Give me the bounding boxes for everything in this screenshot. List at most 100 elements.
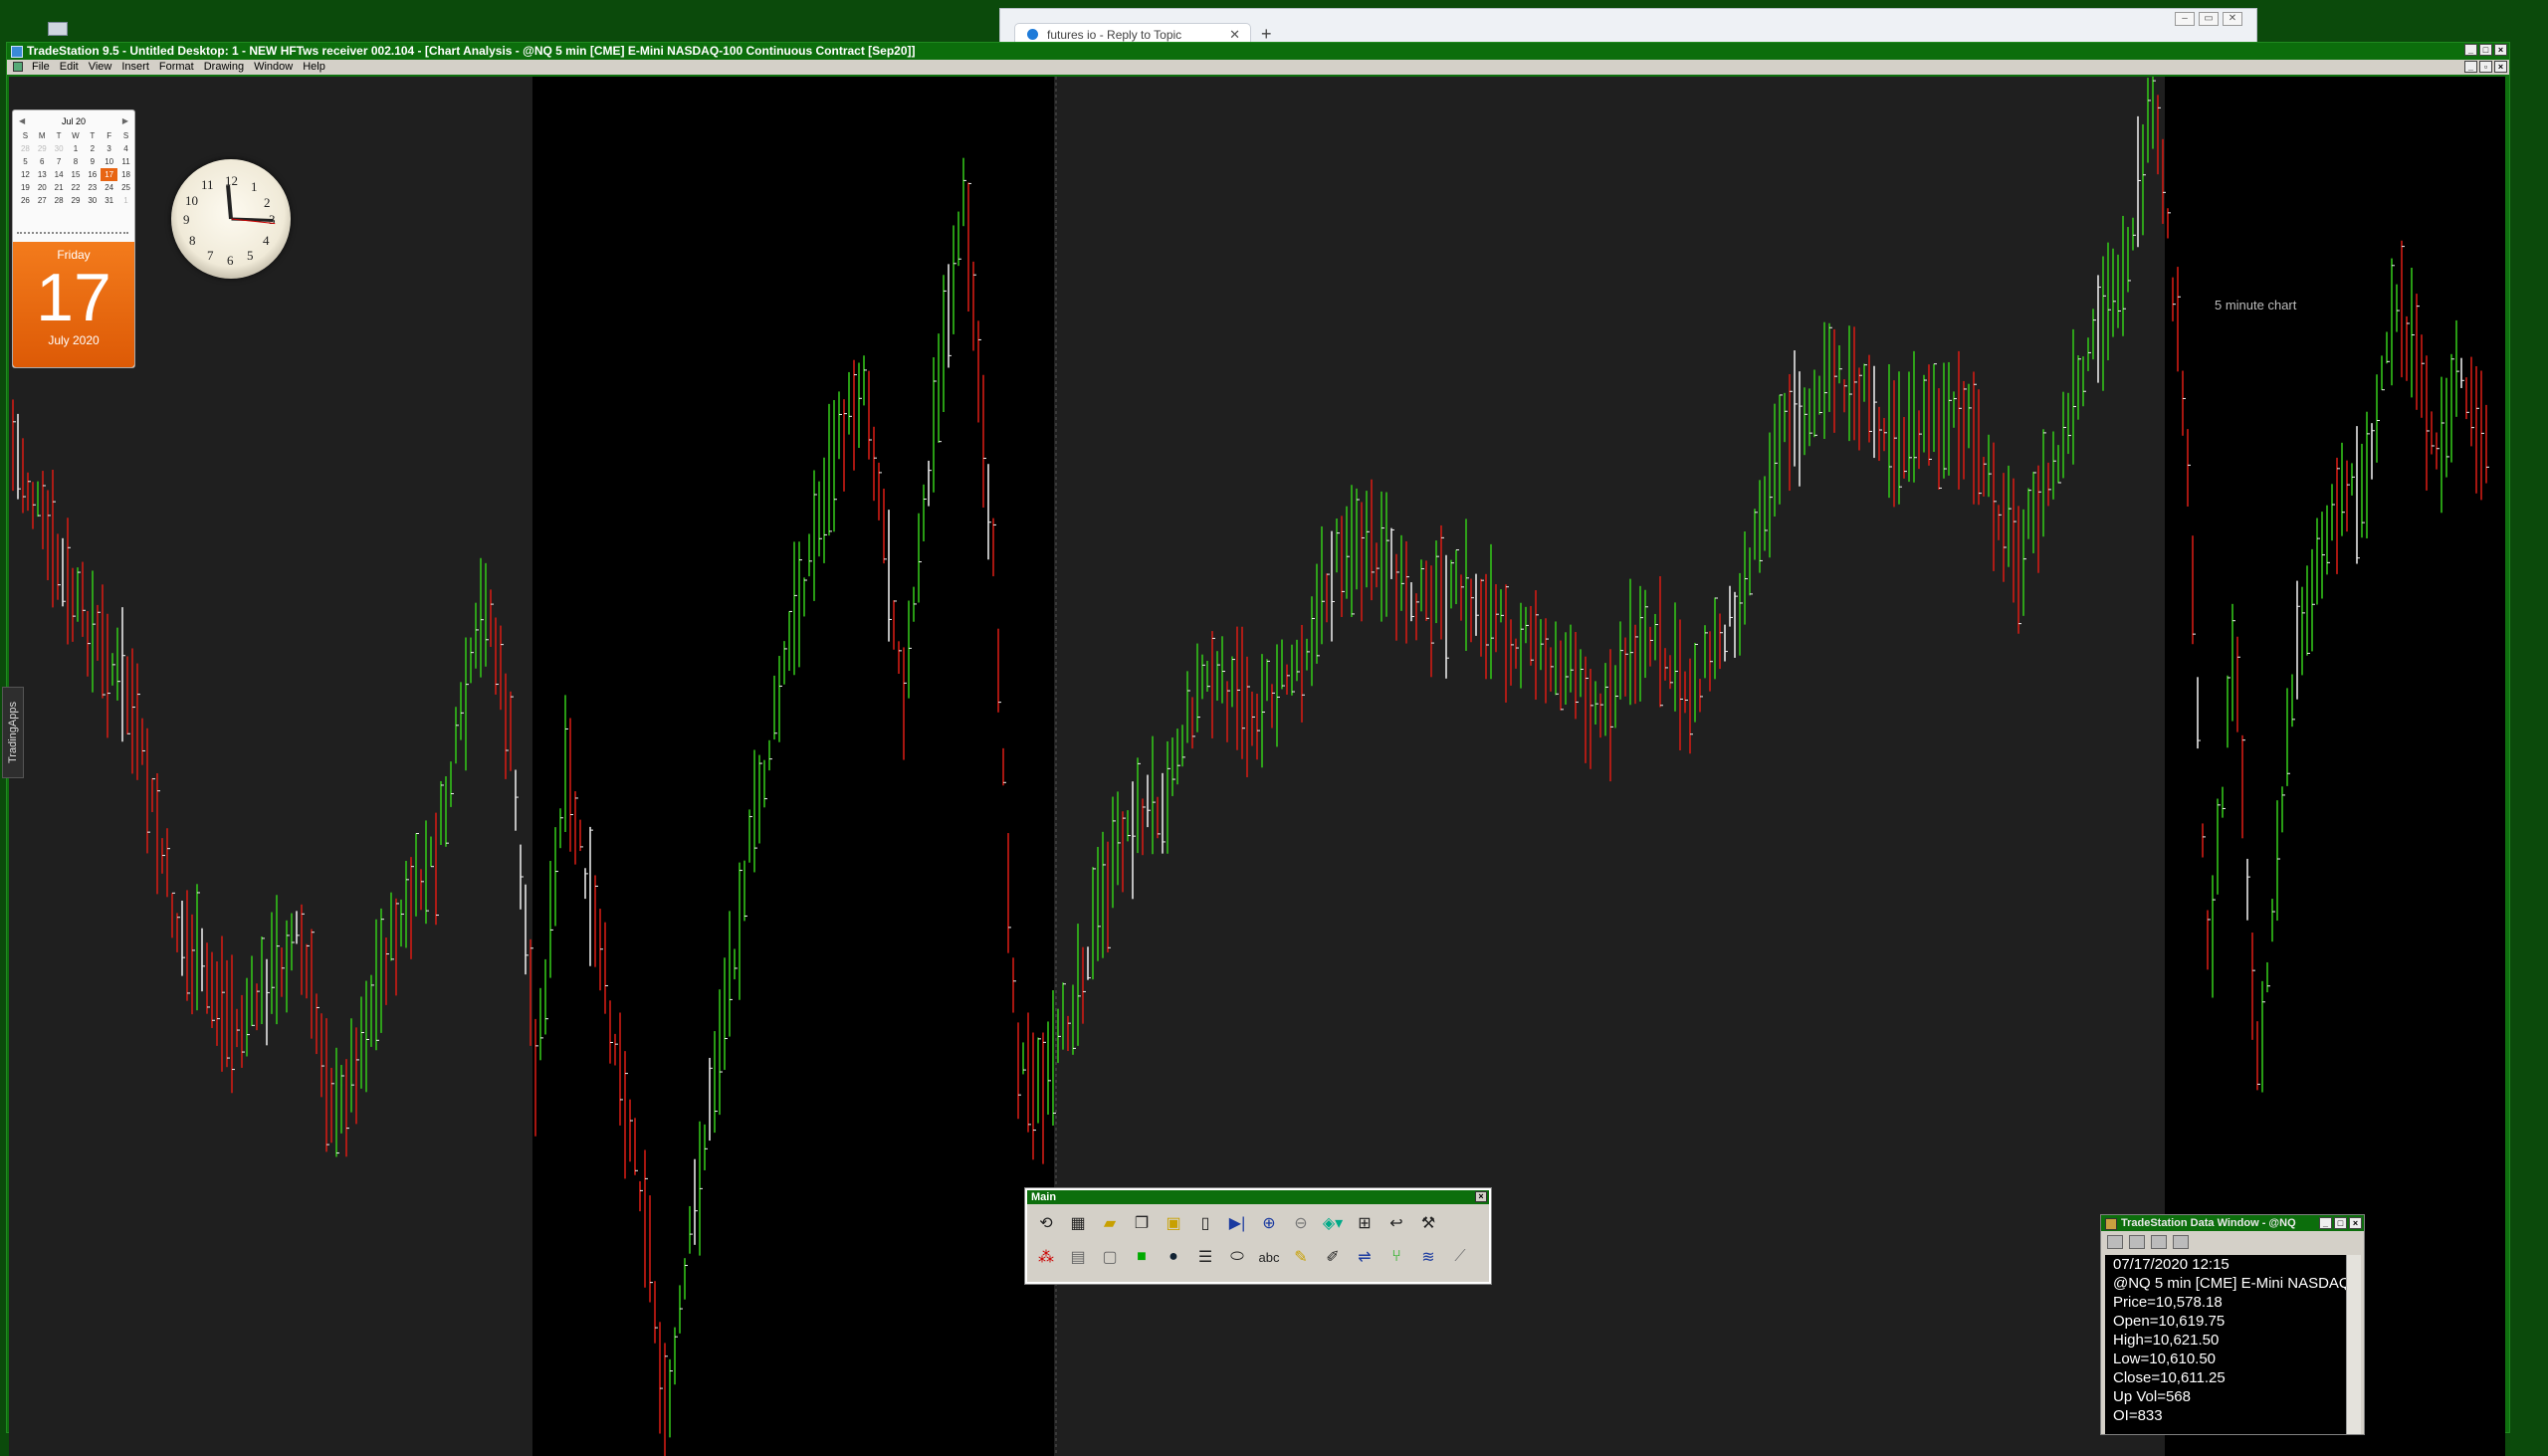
calendar-day[interactable]: 31 [101,194,117,207]
calendar-day[interactable]: 12 [17,168,34,181]
menu-format[interactable]: Format [154,60,199,75]
color-picker-icon[interactable]: ◈▾ [1320,1208,1346,1238]
calendar-day[interactable]: 10 [101,155,117,168]
calendar-day[interactable]: 30 [84,194,101,207]
settings-icon[interactable] [2173,1235,2189,1249]
stoplight-icon[interactable]: ■ [1129,1242,1155,1272]
layout-icon[interactable]: ⊞ [1352,1208,1378,1238]
print-icon[interactable] [2129,1235,2145,1249]
calendar-day[interactable]: 18 [117,168,134,181]
calendar-day[interactable]: 21 [51,181,68,194]
close-icon[interactable]: × [2349,1217,2362,1229]
window-title-bar[interactable]: TradeStation 9.5 - Untitled Desktop: 1 -… [7,43,2509,59]
doc-minimize-icon[interactable]: _ [2464,61,2477,73]
tools-icon[interactable]: ⚒ [1415,1208,1441,1238]
calendar-day[interactable]: 20 [34,181,51,194]
menu-help[interactable]: Help [298,60,330,75]
calendar-day[interactable]: 8 [68,155,85,168]
calendar-day[interactable]: 16 [84,168,101,181]
window-icon[interactable]: ▢ [1097,1242,1123,1272]
menu-edit[interactable]: Edit [55,60,84,75]
calendar-day[interactable]: 29 [68,194,85,207]
calendar-day[interactable]: 15 [68,168,85,181]
recycle-bin-icon[interactable] [48,22,68,36]
calendar-day[interactable]: 29 [34,142,51,155]
maximize-icon[interactable]: ▭ [2199,12,2219,26]
menu-view[interactable]: View [84,60,117,75]
calendar-day[interactable]: 1 [68,142,85,155]
trading-apps-tab[interactable]: TradingApps [2,687,24,778]
calendar-day[interactable]: 13 [34,168,51,181]
camera-icon[interactable]: ● [1161,1242,1186,1272]
calendar-day[interactable]: 24 [101,181,117,194]
calendar-day[interactable]: 14 [51,168,68,181]
pen-icon[interactable]: ✐ [1320,1242,1346,1272]
calendar-day[interactable]: 4 [117,142,134,155]
highlighter-icon[interactable]: ✎ [1288,1242,1314,1272]
chart-doc-icon[interactable] [13,62,23,72]
calendar-day[interactable]: 1 [117,194,134,207]
new-page-icon[interactable]: ▯ [1192,1208,1218,1238]
calendar-day[interactable]: 27 [34,194,51,207]
calendar-day[interactable]: 5 [17,155,34,168]
copy-icon[interactable]: ❐ [1129,1208,1155,1238]
calendar-day[interactable]: 3 [101,142,117,155]
toolbar-title-bar[interactable]: Main × [1027,1190,1489,1204]
calendar-day[interactable]: 9 [84,155,101,168]
grid-view-icon[interactable] [2151,1235,2167,1249]
paste-icon[interactable]: ▣ [1161,1208,1186,1238]
calendar-day[interactable]: 28 [51,194,68,207]
calendar-day[interactable]: 30 [51,142,68,155]
calendar-day[interactable]: 22 [68,181,85,194]
menu-window[interactable]: Window [249,60,298,75]
indicator-icon[interactable]: ⁂ [1033,1242,1059,1272]
calendar-day[interactable]: 2 [84,142,101,155]
data-window-title-bar[interactable]: TradeStation Data Window - @NQ _ □ × [2101,1215,2364,1231]
calendar-day[interactable]: 6 [34,155,51,168]
calendar-day[interactable]: 19 [17,181,34,194]
grid-icon[interactable]: ▤ [1065,1242,1091,1272]
calendar-day-today[interactable]: 17 [101,168,118,181]
data-window-scrollbar[interactable] [2346,1255,2361,1434]
menu-drawing[interactable]: Drawing [199,60,249,75]
go-to-end-icon[interactable]: ▶| [1224,1208,1250,1238]
close-icon[interactable]: ✕ [2223,12,2242,26]
hook-icon[interactable]: ↩ [1383,1208,1409,1238]
zoom-in-icon[interactable]: ⊕ [1256,1208,1282,1238]
text-tool-button[interactable]: abc [1256,1242,1282,1272]
lines-icon[interactable]: ☰ [1192,1242,1218,1272]
calendar-next-icon[interactable]: ▶ [122,116,128,125]
wave-icon[interactable]: ≋ [1415,1242,1441,1272]
calendar-day[interactable]: 25 [117,181,134,194]
minimize-icon[interactable]: – [2175,12,2195,26]
calendar-prev-icon[interactable]: ◀ [19,116,25,125]
maximize-icon[interactable]: □ [2334,1217,2347,1229]
fib-icon[interactable]: ⟋ [1447,1242,1473,1272]
ellipse-icon[interactable]: ⬭ [1224,1242,1250,1272]
save-icon[interactable] [2107,1235,2123,1249]
doc-close-icon[interactable]: × [2494,61,2507,73]
calendar-gadget: ◀ Jul 20 ▶ S M T W T F S 28 29 30 1 2 3 … [12,109,135,368]
zoom-out-icon[interactable]: ⊖ [1288,1208,1314,1238]
refresh-icon[interactable]: ⟲ [1033,1208,1059,1238]
calendar-day[interactable]: 28 [17,142,34,155]
trendline-icon[interactable]: ⇌ [1352,1242,1378,1272]
calendar-day[interactable]: 23 [84,181,101,194]
doc-restore-icon[interactable]: ▫ [2479,61,2492,73]
close-icon[interactable]: × [2494,44,2507,56]
toolbar-close-icon[interactable]: × [1475,1191,1487,1202]
fork-icon[interactable]: ⑂ [1383,1242,1409,1272]
chart-window-icon[interactable]: ▦ [1065,1208,1091,1238]
minimize-icon[interactable]: _ [2464,44,2477,56]
calendar-day[interactable]: 11 [117,155,134,168]
maximize-icon[interactable]: □ [2479,44,2492,56]
menu-file[interactable]: File [27,60,55,75]
calendar-day[interactable]: 7 [51,155,68,168]
clock-hour-hand [226,184,233,220]
calendar-date-page: Friday 17 July 2020 [13,242,134,367]
minimize-icon[interactable]: _ [2319,1217,2332,1229]
calendar-day[interactable]: 26 [17,194,34,207]
menu-insert[interactable]: Insert [116,60,154,75]
clock-numeral: 4 [263,233,270,248]
open-folder-icon[interactable]: ▰ [1097,1208,1123,1238]
